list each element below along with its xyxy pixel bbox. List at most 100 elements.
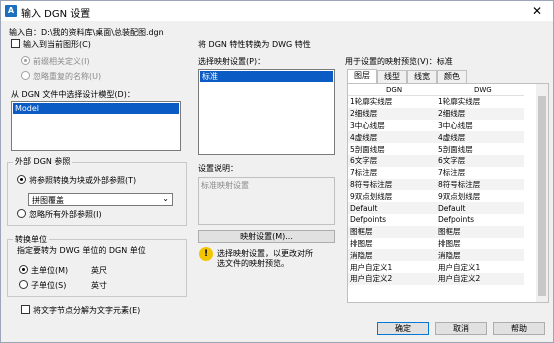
right-section-title: 将 DGN 特性转换为 DWG 特性 — [198, 40, 311, 49]
model-list-item[interactable]: Model — [13, 103, 179, 114]
sub-unit-radio[interactable] — [19, 280, 28, 289]
table-cell-dwg: 图框层 — [436, 225, 524, 238]
table-row[interactable]: 8符号标注层 8符号标注层 — [348, 178, 524, 191]
table-row[interactable]: 6文字层 6文字层 — [348, 154, 524, 167]
table-cell-dwg: 7标注层 — [438, 168, 466, 178]
table-body: 1轮廓实线层 1轮廓实线层 2细线层 2细线层 3中心线层 3中心线层 4虚线层 4虚线层 5剖… — [348, 96, 524, 285]
table-row[interactable]: 排图层 排图层 — [348, 238, 524, 250]
table-cell-dgn: 2细线层 — [348, 107, 436, 120]
prefix-names-radio[interactable] — [21, 56, 30, 65]
master-unit-value: 英尺 — [91, 266, 107, 275]
prefix-names-label: 前缀相关定义(I) — [33, 57, 90, 66]
scrollbar-thumb[interactable] — [538, 96, 546, 296]
tab-color[interactable]: 颜色 — [437, 70, 467, 83]
table-cell-dgn: 用户自定义1 — [350, 262, 393, 272]
table-cell-dgn: 5剖面线层 — [350, 144, 385, 154]
import-to-current-label: 输入到当前图形(C) — [23, 40, 91, 49]
title-bar: A 输入 DGN 设置 ✕ — [1, 1, 553, 21]
app-icon: A — [5, 5, 17, 17]
convert-xref-radio[interactable] — [17, 175, 26, 184]
table-cell-dgn: 图框层 — [348, 225, 436, 238]
table-row[interactable]: Default Default — [348, 202, 524, 214]
table-row[interactable]: 4虚线层 4虚线层 — [348, 131, 524, 144]
table-row[interactable]: 9双点划线层 9双点划线层 — [348, 190, 524, 202]
table-cell-dwg: 消隐层 — [436, 249, 524, 262]
close-icon[interactable]: ✕ — [523, 1, 551, 21]
xref-group-title: 外部 DGN 参照 — [13, 156, 73, 167]
master-unit-label: 主单位(M) — [31, 266, 69, 275]
convert-xref-label: 将参照转换为块或外部参照(T) — [29, 176, 137, 185]
ok-button[interactable]: 确定 — [377, 322, 429, 335]
table-header: DGN DWG — [348, 84, 524, 96]
tab-linetype[interactable]: 线型 — [377, 70, 407, 83]
table-cell-dwg: 1轮廓实线层 — [438, 97, 481, 107]
mapping-table: 1轮廓实线层 1轮廓实线层 2细线层 2细线层 3中心线层 3中心线层 4虚线层 4虚线层 5剖… — [348, 96, 524, 285]
table-cell-dwg: 5剖面线层 — [438, 144, 473, 154]
preview-table-panel: DGN DWG 1轮廓实线层 1轮廓实线层 2细线层 2细线层 3中心线层 3中心线层 4虚… — [347, 83, 549, 303]
sub-unit-label: 子单位(S) — [31, 281, 67, 290]
mapping-settings-button[interactable]: 映射设置(M)... — [198, 230, 335, 243]
table-cell-dgn: Defpoints — [350, 215, 387, 225]
table-cell-dgn: 8符号标注层 — [348, 178, 436, 191]
mapping-list-item[interactable]: 标准 — [200, 71, 333, 82]
table-cell-dwg: 排图层 — [438, 238, 461, 248]
table-row[interactable]: 3中心线层 3中心线层 — [348, 120, 524, 132]
table-row[interactable]: 2细线层 2细线层 — [348, 107, 524, 120]
table-cell-dgn: 7标注层 — [350, 168, 378, 178]
table-row[interactable]: 消隐层 消隐层 — [348, 249, 524, 262]
units-subtitle: 指定要转为 DWG 单位的 DGN 单位 — [17, 246, 146, 255]
ignore-xref-label: 忽略所有外部参照(I) — [29, 210, 102, 219]
ignore-xref-radio[interactable] — [17, 209, 26, 218]
tab-layers[interactable]: 图层 — [347, 69, 377, 83]
table-cell-dgn: 6文字层 — [348, 154, 436, 167]
table-cell-dgn: Default — [348, 202, 436, 214]
table-cell-dwg: 2细线层 — [436, 107, 524, 120]
table-cell-dwg: 3中心线层 — [438, 120, 473, 130]
table-cell-dgn: 4虚线层 — [348, 131, 436, 144]
ignore-duplicates-label: 忽略重复的名称(U) — [33, 72, 102, 81]
table-cell-dgn: 9双点划线层 — [350, 191, 393, 201]
table-row[interactable]: 7标注层 7标注层 — [348, 167, 524, 179]
table-row[interactable]: 用户自定义2 用户自定义2 — [348, 272, 524, 285]
chevron-down-icon: ⌄ — [162, 194, 169, 203]
sub-unit-value: 英寸 — [91, 281, 107, 290]
table-row[interactable]: 1轮廓实线层 1轮廓实线层 — [348, 96, 524, 108]
tab-lineweight[interactable]: 线宽 — [407, 70, 437, 83]
model-list[interactable]: Model — [11, 101, 181, 151]
table-cell-dwg: 6文字层 — [436, 154, 524, 167]
explode-text-label: 将文字节点分解为文字元素(E) — [33, 306, 141, 315]
warning-icon: ! — [199, 247, 213, 261]
preview-label: 用于设置的映射预览(V)：标准 — [345, 57, 453, 66]
table-cell-dgn: 排图层 — [350, 238, 373, 248]
table-cell-dwg: 8符号标注层 — [436, 178, 524, 191]
table-cell-dwg: 4虚线层 — [436, 131, 524, 144]
select-model-label: 从 DGN 文件中选择设计模型(D)： — [11, 90, 135, 99]
table-row[interactable]: 5剖面线层 5剖面线层 — [348, 143, 524, 155]
table-cell-dwg: 用户自定义2 — [436, 272, 524, 285]
table-cell-dwg: 9双点划线层 — [438, 191, 481, 201]
dgn-import-dialog: A 输入 DGN 设置 ✕ 输入自：D:\我的资料库\桌面\总装配图.dgn 输… — [0, 0, 554, 343]
table-cell-dgn: 消隐层 — [348, 249, 436, 262]
explode-text-checkbox[interactable] — [21, 305, 30, 314]
table-row[interactable]: Defpoints Defpoints — [348, 214, 524, 226]
master-unit-radio[interactable] — [19, 265, 28, 274]
xref-mode-value: 拼图覆盖 — [32, 196, 64, 205]
mapping-select-label: 选择映射设置(P)： — [198, 57, 266, 66]
import-source-path: 输入自：D:\我的资料库\桌面\总装配图.dgn — [9, 28, 164, 37]
units-group-title: 转换单位 — [13, 234, 49, 245]
table-row[interactable]: 用户自定义1 用户自定义1 — [348, 261, 524, 273]
warning-text-line2: 选文件的映射预览。 — [217, 259, 289, 268]
table-row[interactable]: 图框层 图框层 — [348, 225, 524, 238]
help-button[interactable]: 帮助 — [493, 322, 545, 335]
ignore-duplicates-radio[interactable] — [21, 71, 30, 80]
description-box: 标准映射设置 — [198, 177, 335, 225]
table-scrollbar[interactable] — [536, 84, 548, 302]
xref-mode-dropdown[interactable]: 拼图覆盖 ⌄ — [28, 193, 173, 206]
import-to-current-checkbox[interactable] — [11, 39, 20, 48]
table-cell-dgn: 用户自定义2 — [348, 272, 436, 285]
table-header-dgn: DGN — [386, 86, 403, 94]
mapping-list[interactable]: 标准 — [198, 69, 335, 155]
table-cell-dgn: 1轮廓实线层 — [350, 97, 393, 107]
cancel-button[interactable]: 取消 — [435, 322, 487, 335]
table-header-dwg: DWG — [474, 86, 492, 94]
